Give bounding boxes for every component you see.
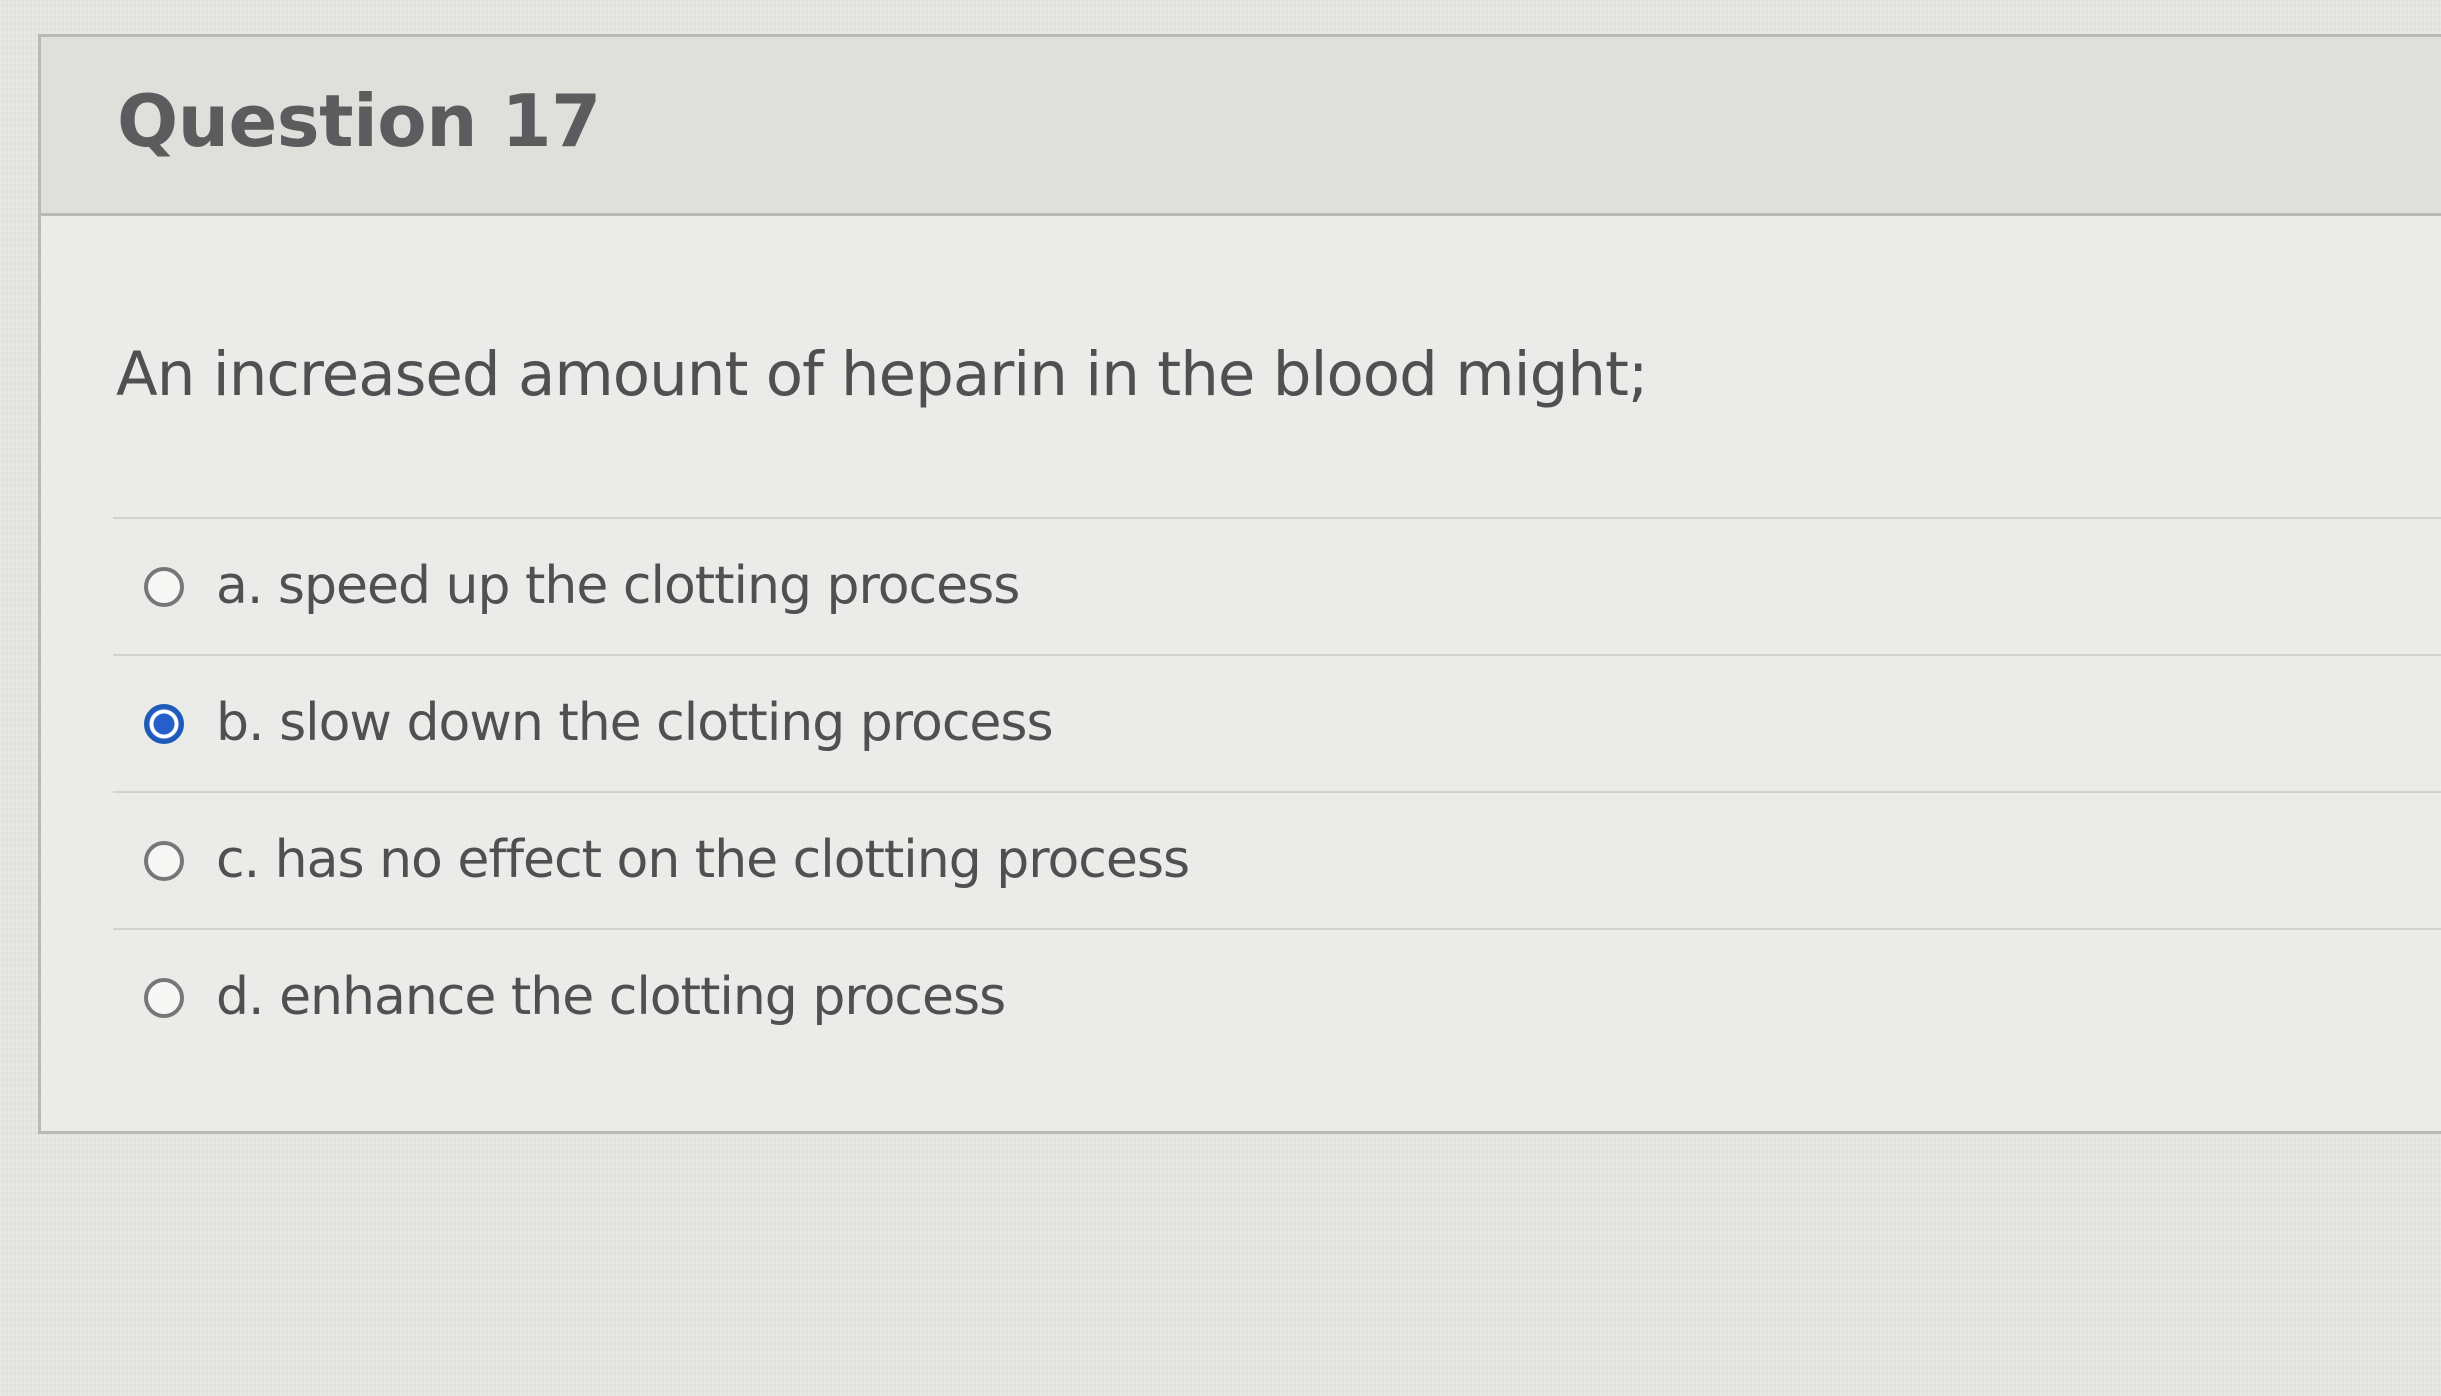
- question-title: Question 17: [117, 79, 601, 163]
- question-prompt: An increased amount of heparin in the bl…: [116, 339, 1648, 410]
- answer-option-a[interactable]: a. speed up the clotting process: [113, 517, 2441, 654]
- answer-label-c: c. has no effect on the clotting process: [216, 830, 1190, 891]
- question-header: Question 17: [41, 37, 2441, 216]
- radio-button-d[interactable]: [144, 977, 184, 1018]
- answer-option-d[interactable]: d. enhance the clotting process: [113, 928, 2441, 1065]
- selected-radio-button-b[interactable]: [144, 703, 184, 744]
- radio-button-c[interactable]: [144, 840, 184, 881]
- answer-option-c[interactable]: c. has no effect on the clotting process: [113, 791, 2441, 928]
- answer-options: a. speed up the clotting process b. slow…: [113, 517, 2441, 1065]
- question-card: Question 17 An increased amount of hepar…: [38, 34, 2441, 1134]
- answer-label-d: d. enhance the clotting process: [216, 967, 1006, 1028]
- answer-option-b[interactable]: b. slow down the clotting process: [113, 654, 2441, 791]
- answer-label-a: a. speed up the clotting process: [216, 556, 1020, 617]
- radio-button-a[interactable]: [144, 566, 184, 607]
- answer-label-b: b. slow down the clotting process: [216, 693, 1054, 754]
